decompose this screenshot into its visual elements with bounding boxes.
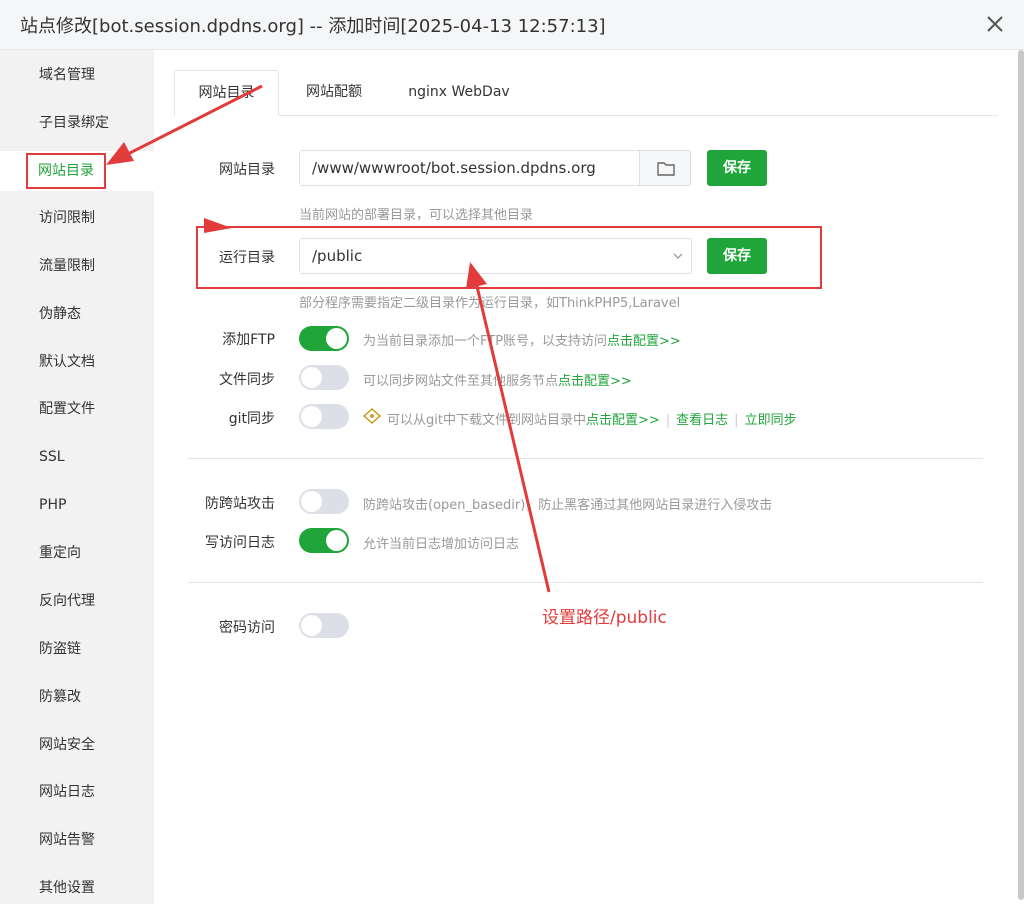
view-log-link[interactable]: 查看日志 bbox=[676, 413, 728, 428]
sidebar-item-traffic-limit[interactable]: 流量限制 bbox=[0, 246, 154, 286]
title-bar: 站点修改[bot.session.dpdns.org] -- 添加时间[2025… bbox=[0, 0, 1024, 50]
git-sync-config-link[interactable]: 点击配置>> bbox=[586, 413, 660, 428]
run-dir-label: 运行目录 bbox=[219, 250, 275, 266]
diamond-icon bbox=[363, 408, 381, 424]
divider bbox=[188, 582, 983, 583]
password-access-toggle[interactable] bbox=[299, 613, 349, 638]
site-dir-label: 网站目录 bbox=[219, 162, 275, 178]
run-dir-select[interactable]: /public bbox=[299, 238, 692, 274]
close-icon[interactable] bbox=[982, 11, 1008, 37]
main-content: 网站目录 网站配额 nginx WebDav 网站目录 /www/wwwroot… bbox=[154, 50, 1018, 904]
sidebar-item-site-security[interactable]: 网站安全 bbox=[0, 725, 154, 765]
site-dir-input[interactable]: /www/wwwroot/bot.session.dpdns.org bbox=[299, 150, 640, 186]
access-log-desc: 允许当前日志增加访问日志 bbox=[363, 537, 520, 552]
scrollbar[interactable] bbox=[1018, 50, 1024, 900]
sidebar-item-default-doc[interactable]: 默认文档 bbox=[0, 342, 154, 382]
chevron-down-icon bbox=[673, 253, 683, 259]
sidebar-item-reverse-proxy[interactable]: 反向代理 bbox=[0, 581, 154, 621]
tab-bar: 网站目录 网站配额 nginx WebDav bbox=[174, 70, 998, 116]
access-log-label: 写访问日志 bbox=[205, 535, 275, 551]
sidebar-item-site-dir[interactable]: 网站目录 bbox=[0, 151, 154, 191]
file-sync-config-link[interactable]: 点击配置>> bbox=[558, 374, 632, 389]
save-run-dir-button[interactable]: 保存 bbox=[707, 238, 767, 274]
sidebar-item-rewrite[interactable]: 伪静态 bbox=[0, 294, 154, 334]
sidebar-item-domain[interactable]: 域名管理 bbox=[0, 55, 154, 95]
window-title: 站点修改[bot.session.dpdns.org] -- 添加时间[2025… bbox=[20, 16, 606, 37]
annotation-text: 设置路径/public bbox=[542, 608, 667, 628]
run-dir-hint: 部分程序需要指定二级目录作为运行目录，如ThinkPHP5,Laravel bbox=[299, 296, 681, 311]
sidebar-item-redirect[interactable]: 重定向 bbox=[0, 533, 154, 573]
file-sync-toggle[interactable] bbox=[299, 365, 349, 390]
ftp-label: 添加FTP bbox=[222, 332, 275, 348]
sidebar-item-hotlink[interactable]: 防盗链 bbox=[0, 629, 154, 669]
password-access-label: 密码访问 bbox=[219, 620, 275, 636]
folder-icon bbox=[657, 162, 675, 176]
ftp-toggle[interactable] bbox=[299, 326, 349, 351]
save-site-dir-button[interactable]: 保存 bbox=[707, 150, 767, 186]
ftp-desc: 为当前目录添加一个FTP账号，以支持访问点击配置>> bbox=[363, 334, 681, 349]
anti-xss-desc: 防跨站攻击(open_basedir)，防止黑客通过其他网站目录进行入侵攻击 bbox=[363, 498, 773, 513]
git-sync-toggle[interactable] bbox=[299, 404, 349, 429]
sidebar-item-access-limit[interactable]: 访问限制 bbox=[0, 198, 154, 238]
divider bbox=[188, 458, 983, 459]
site-dir-hint: 当前网站的部署目录，可以选择其他目录 bbox=[299, 208, 534, 223]
access-log-toggle[interactable] bbox=[299, 528, 349, 553]
git-sync-label: git同步 bbox=[228, 411, 275, 427]
file-sync-label: 文件同步 bbox=[219, 372, 275, 388]
sidebar-item-subdir[interactable]: 子目录绑定 bbox=[0, 103, 154, 143]
git-sync-desc: 可以从git中下载文件到网站目录中点击配置>> | 查看日志 | 立即同步 bbox=[387, 413, 797, 428]
sidebar-item-php[interactable]: PHP bbox=[0, 485, 154, 525]
ftp-config-link[interactable]: 点击配置>> bbox=[607, 334, 681, 349]
sidebar-item-site-alert[interactable]: 网站告警 bbox=[0, 820, 154, 860]
anti-xss-toggle[interactable] bbox=[299, 489, 349, 514]
tab-quota[interactable]: 网站配额 bbox=[284, 70, 384, 115]
sidebar-item-config-file[interactable]: 配置文件 bbox=[0, 389, 154, 429]
sidebar-item-ssl[interactable]: SSL bbox=[0, 437, 154, 477]
anti-xss-label: 防跨站攻击 bbox=[205, 496, 275, 512]
sync-now-link[interactable]: 立即同步 bbox=[745, 413, 797, 428]
file-sync-desc: 可以同步网站文件至其他服务节点点击配置>> bbox=[363, 374, 632, 389]
tab-webdav[interactable]: nginx WebDav bbox=[389, 70, 529, 115]
run-dir-value: /public bbox=[312, 247, 363, 265]
sidebar: 域名管理 子目录绑定 网站目录 访问限制 流量限制 伪静态 默认文档 配置文件 … bbox=[0, 50, 154, 904]
sidebar-item-tamper[interactable]: 防篡改 bbox=[0, 677, 154, 717]
tab-site-dir[interactable]: 网站目录 bbox=[174, 70, 279, 116]
sidebar-item-other[interactable]: 其他设置 bbox=[0, 868, 154, 908]
folder-select-button[interactable] bbox=[639, 150, 691, 186]
sidebar-item-site-log[interactable]: 网站日志 bbox=[0, 772, 154, 812]
